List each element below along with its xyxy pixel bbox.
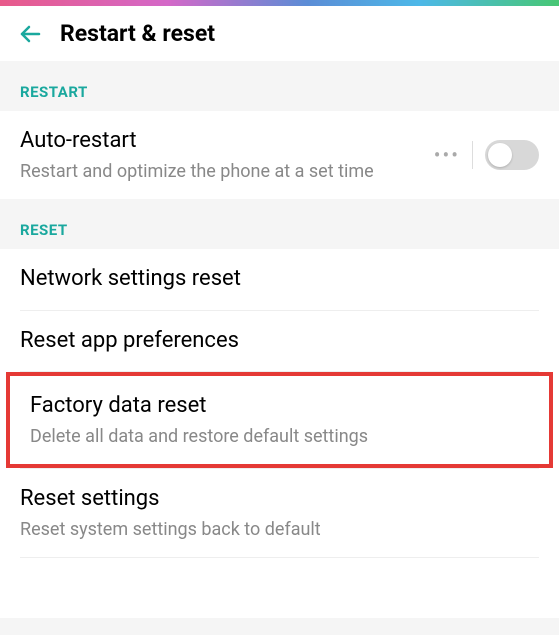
reset-settings-subtitle: Reset system settings back to default [20, 518, 539, 541]
spacer [0, 558, 559, 618]
factory-data-reset-title: Factory data reset [30, 392, 529, 421]
auto-restart-row[interactable]: Auto-restart Restart and optimize the ph… [0, 111, 559, 199]
reset-app-preferences-row[interactable]: Reset app preferences [0, 311, 559, 372]
network-settings-reset-row[interactable]: Network settings reset [0, 249, 559, 310]
auto-restart-title: Auto-restart [20, 127, 434, 156]
toggle-knob [488, 143, 512, 167]
section-reset-header: RESET [0, 199, 559, 249]
reset-settings-title: Reset settings [20, 485, 539, 514]
auto-restart-toggle[interactable] [485, 140, 539, 170]
reset-settings-row[interactable]: Reset settings Reset system settings bac… [0, 469, 559, 557]
reset-app-preferences-title: Reset app preferences [20, 327, 539, 356]
page-title: Restart & reset [60, 20, 215, 47]
section-restart-header: RESTART [0, 61, 559, 111]
factory-data-reset-subtitle: Delete all data and restore default sett… [30, 425, 529, 448]
network-settings-reset-title: Network settings reset [20, 265, 539, 294]
auto-restart-actions: ••• [434, 140, 539, 170]
factory-data-reset-row[interactable]: Factory data reset Delete all data and r… [6, 372, 553, 468]
auto-restart-subtitle: Restart and optimize the phone at a set … [20, 160, 434, 183]
divider [472, 141, 473, 169]
header: Restart & reset [0, 6, 559, 61]
auto-restart-content: Auto-restart Restart and optimize the ph… [20, 127, 434, 183]
back-arrow-icon[interactable] [18, 22, 42, 46]
more-icon[interactable]: ••• [434, 143, 460, 167]
